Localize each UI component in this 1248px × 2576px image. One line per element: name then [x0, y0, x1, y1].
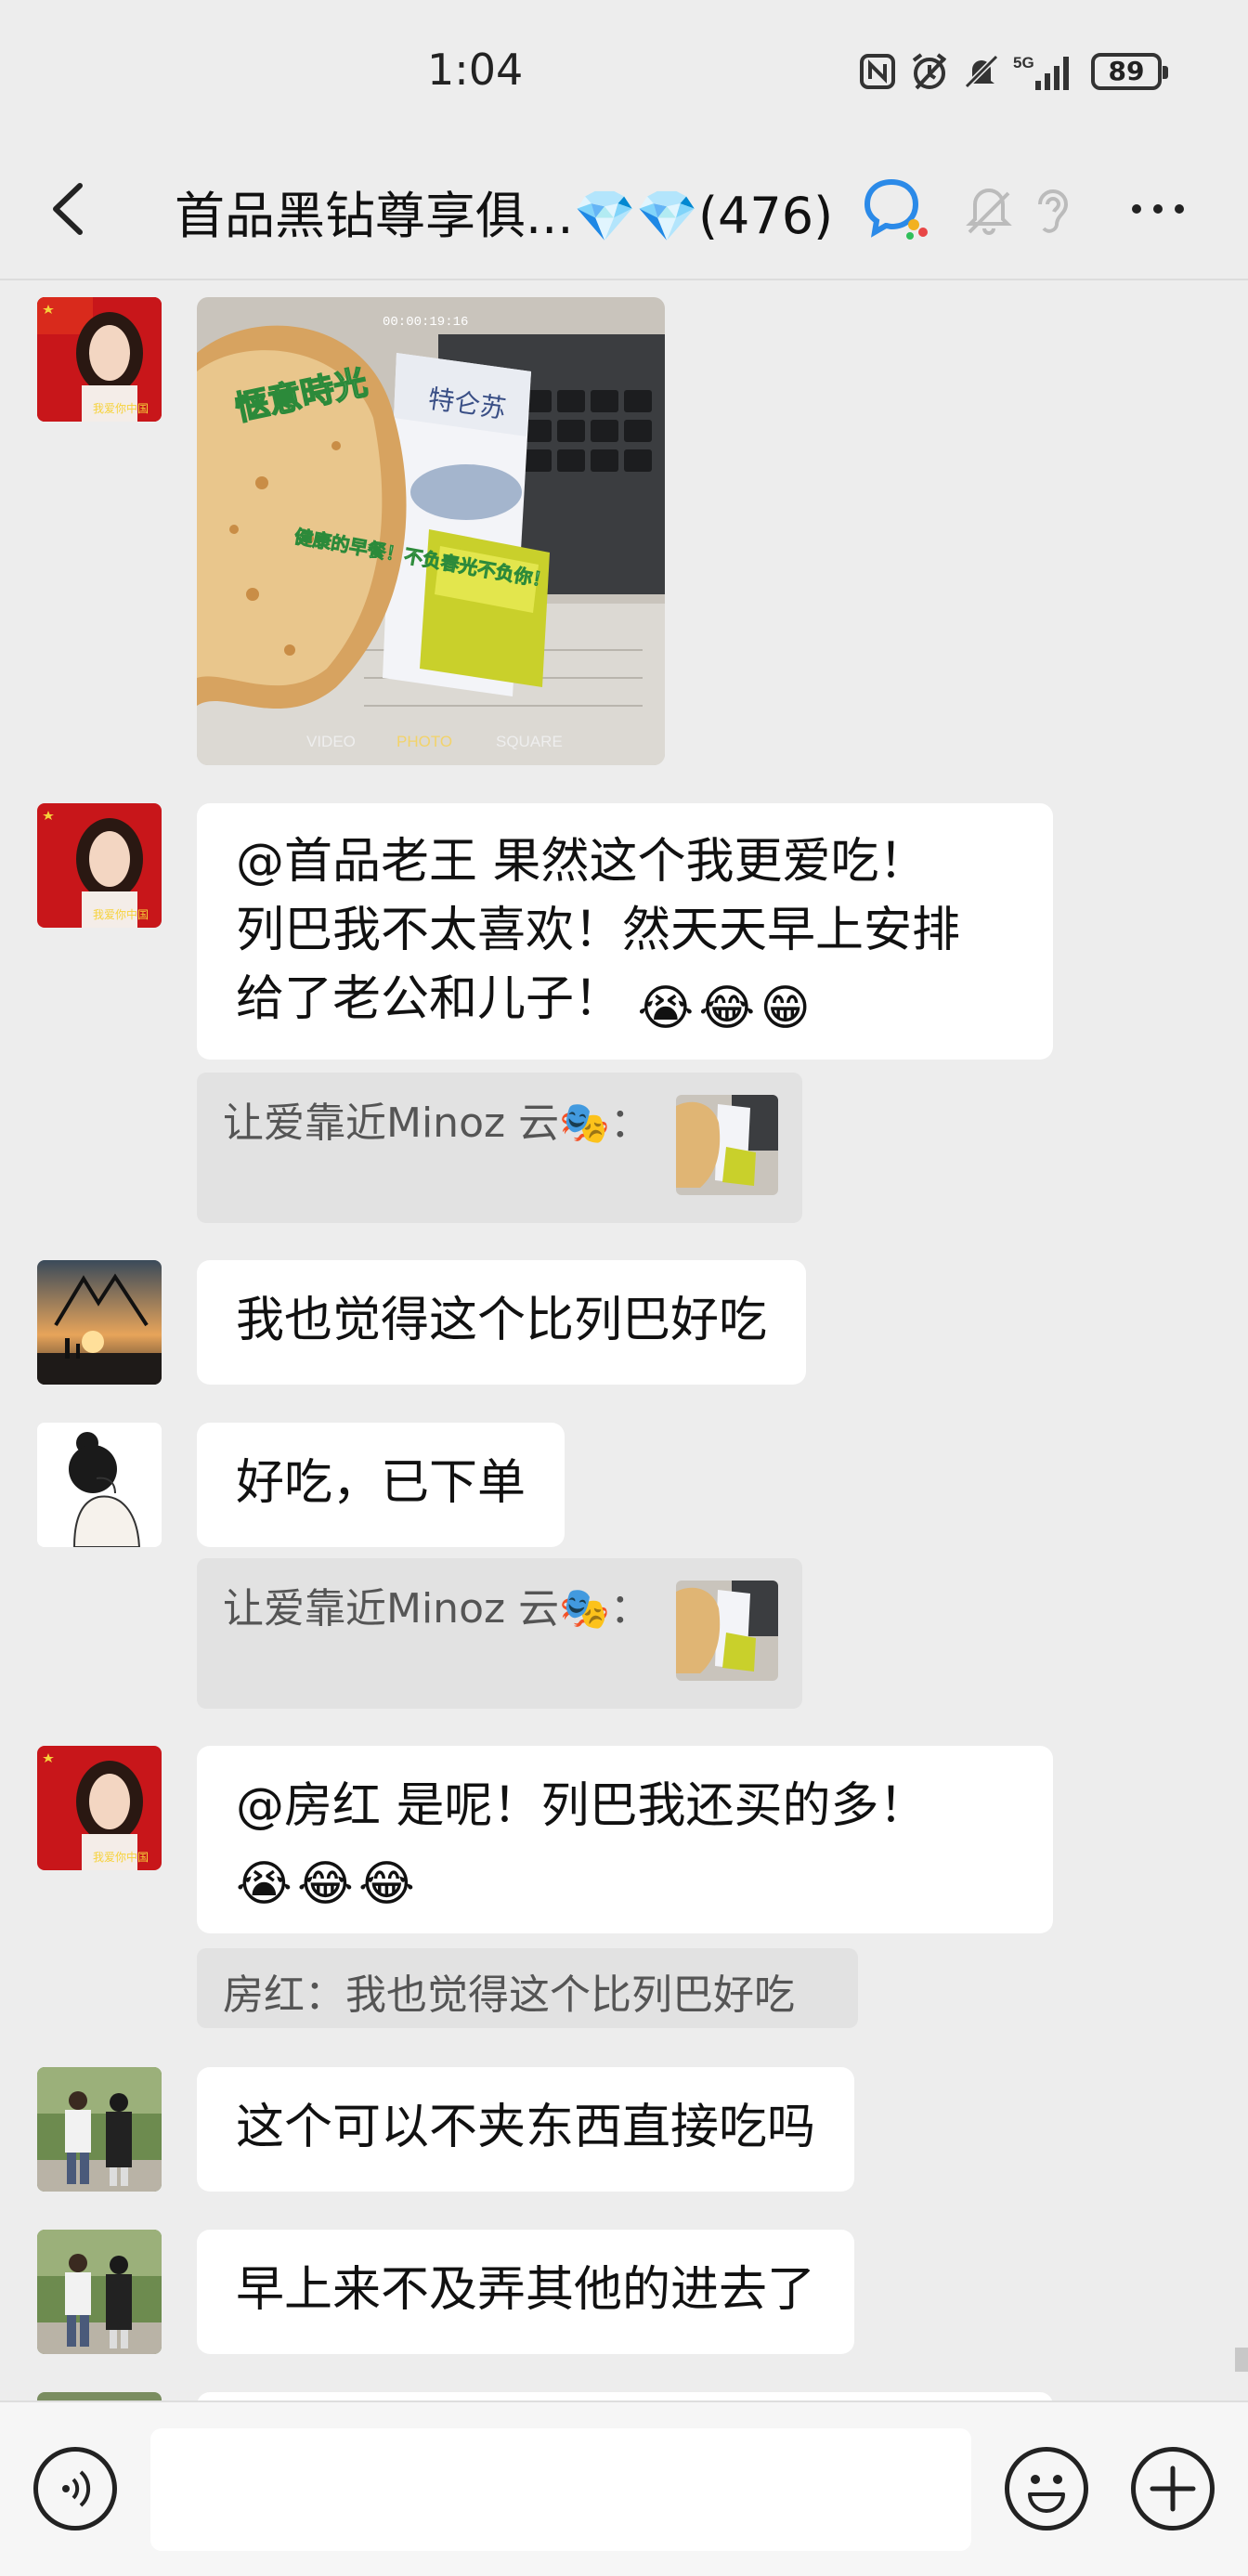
message-bubble[interactable]: 好吃，已下单 — [197, 1423, 566, 1547]
message-bubble[interactable]: @首品老王 果然这个我更爱吃！ 列巴我不太喜欢！然天天早上安排 给了老公和儿子！… — [197, 803, 1053, 1060]
quote-thumbnail — [676, 1095, 778, 1195]
nfc-icon — [860, 54, 895, 89]
avatar[interactable]: 我爱你中国 — [37, 803, 162, 928]
message-bubble[interactable]: 这个可以不夹东西直接吃吗 — [197, 2067, 855, 2192]
message-line: @首品老王 果然这个我更爱吃！ — [236, 834, 928, 890]
member-count: (476) — [697, 187, 834, 245]
message-item: 我爱你中国 特仑苏 惬意時光 健康的早餐！不负春光不负你！ 00:00:19:1… — [0, 297, 1248, 771]
message-text: 好吃，已下单 — [236, 1455, 526, 1511]
quote-text: 让爱靠近Minoz 云🎭： — [223, 1585, 651, 1633]
plus-button[interactable] — [1131, 2447, 1215, 2530]
emoji-button[interactable] — [1005, 2447, 1088, 2530]
message-item: 这个可以不夹东西直接吃吗 — [0, 2067, 1248, 2197]
photo-timecode: 00:00:19:16 — [383, 315, 468, 330]
avatar[interactable] — [37, 1423, 162, 1547]
message-item: 我爱你中国 @房红 是呢！列巴我还买的多！ 😭 😂 😂 — [0, 1746, 1248, 1950]
chat-search-icon[interactable] — [862, 176, 932, 241]
message-input[interactable] — [150, 2428, 971, 2551]
message-item: 早上来不及弄其他的进去了 — [0, 2230, 1248, 2360]
avatar-woman-image: 我爱你中国 — [37, 1746, 162, 1870]
message-bubble[interactable]: @房红 是呢！列巴我还买的多！ 😭 😂 😂 — [197, 1746, 1053, 1933]
emoji-tears-of-joy: 😂 — [297, 1856, 354, 1912]
quote-thumbnail — [676, 1581, 778, 1681]
avatar[interactable]: 我爱你中国 — [37, 297, 162, 422]
chat-header: 首品黑钻尊享俱...💎💎(476) — [0, 139, 1248, 280]
avatar[interactable] — [37, 1260, 162, 1385]
voice-icon — [62, 2470, 91, 2507]
message-bubble[interactable]: 我也觉得这个比列巴好吃 — [197, 1260, 807, 1385]
quoted-message[interactable]: 让爱靠近Minoz 云🎭： — [197, 1558, 802, 1709]
avatar-woman-image: 我爱你中国 — [37, 803, 162, 928]
message-line: 列巴我不太喜欢！然天天早上安排 — [236, 903, 961, 958]
signal-icon: 5G — [1013, 54, 1069, 90]
message-item: 好吃，已下单 — [0, 1423, 1248, 1553]
avatar-couple-image — [37, 2230, 162, 2354]
emoji-icon — [1028, 2475, 1065, 2513]
message-list[interactable]: 我爱你中国 特仑苏 惬意時光 健康的早餐！不负春光不负你！ 00:00:19:1… — [0, 279, 1248, 2400]
emoji-loudly-crying: 😭 — [236, 1856, 292, 1912]
voice-button[interactable] — [33, 2447, 117, 2530]
message-text: 我也觉得这个比列巴好吃 — [236, 1293, 768, 1348]
quote-text: 房红：我也觉得这个比列巴好吃 — [223, 1971, 795, 2019]
avatar-couple-image — [37, 2067, 162, 2192]
next-bubble-peek — [197, 2392, 1053, 2400]
photo-mode-square: SQUARE — [496, 733, 563, 750]
chat-title[interactable]: 首品黑钻尊享俱...💎💎(476) — [175, 175, 833, 248]
status-time: 1:04 — [427, 45, 524, 95]
status-bar: 1:04 5G 89 — [0, 0, 1248, 139]
svg-text:5G: 5G — [1013, 54, 1034, 72]
message-text: 这个可以不夹东西直接吃吗 — [236, 2100, 816, 2155]
emoji-tears-of-joy: 😂 — [698, 981, 756, 1036]
mute-icon — [964, 54, 999, 89]
quoted-message[interactable]: 让爱靠近Minoz 云🎭： — [197, 1073, 802, 1223]
photo-mode-video: VIDEO — [306, 733, 356, 750]
avatar[interactable] — [37, 2230, 162, 2354]
avatar-woman-image: 我爱你中国 — [37, 297, 162, 422]
battery-icon: 89 — [1091, 53, 1168, 90]
alarm-icon — [912, 53, 947, 90]
breakfast-photo: 特仑苏 惬意時光 健康的早餐！不负春光不负你！ 00:00:19:16 VIDE… — [197, 297, 665, 765]
message-line: 😭 😂 😂 — [236, 1841, 1014, 1912]
quote-text: 让爱靠近Minoz 云🎭： — [223, 1099, 651, 1147]
ear-icon — [1038, 189, 1069, 233]
scrollbar[interactable] — [1235, 2348, 1248, 2372]
message-line: @房红 是呢！列巴我还买的多！ — [236, 1778, 928, 1834]
group-name: 首品黑钻尊享俱... — [175, 187, 574, 245]
svg-text:我爱你中国: 我爱你中国 — [93, 907, 149, 921]
input-bar — [0, 2400, 1248, 2576]
svg-text:我爱你中国: 我爱你中国 — [93, 401, 149, 415]
message-bubble[interactable]: 早上来不及弄其他的进去了 — [197, 2230, 855, 2354]
avatar-girl-illustration — [37, 1423, 162, 1547]
status-icons: 5G 89 — [859, 48, 1168, 95]
plus-icon — [1150, 2465, 1196, 2512]
photo-mode-photo: PHOTO — [396, 733, 452, 750]
message-text: 早上来不及弄其他的进去了 — [236, 2262, 816, 2318]
message-line: 给了老公和儿子！ 😭 😂 😁 — [236, 965, 1014, 1036]
more-icon[interactable] — [1125, 176, 1190, 241]
avatar[interactable]: 我爱你中国 — [37, 1746, 162, 1870]
emoji-loudly-crying: 😭 — [637, 981, 695, 1036]
avatar[interactable] — [37, 2067, 162, 2192]
emoji-tears-of-joy: 😂 — [358, 1856, 415, 1912]
gem-emojis: 💎💎 — [573, 187, 698, 245]
quoted-message[interactable]: 房红：我也觉得这个比列巴好吃 — [197, 1948, 858, 2028]
avatar-sunset-image — [37, 1260, 162, 1385]
emoji-grin: 😁 — [760, 981, 811, 1036]
next-message-peek — [37, 2392, 162, 2400]
photo-message[interactable]: 特仑苏 惬意時光 健康的早餐！不负春光不负你！ 00:00:19:16 VIDE… — [197, 297, 665, 765]
mute-bell-icon — [966, 189, 1012, 235]
back-icon[interactable] — [37, 176, 102, 241]
message-item: 我也觉得这个比列巴好吃 — [0, 1260, 1248, 1390]
svg-text:我爱你中国: 我爱你中国 — [93, 1850, 149, 1864]
